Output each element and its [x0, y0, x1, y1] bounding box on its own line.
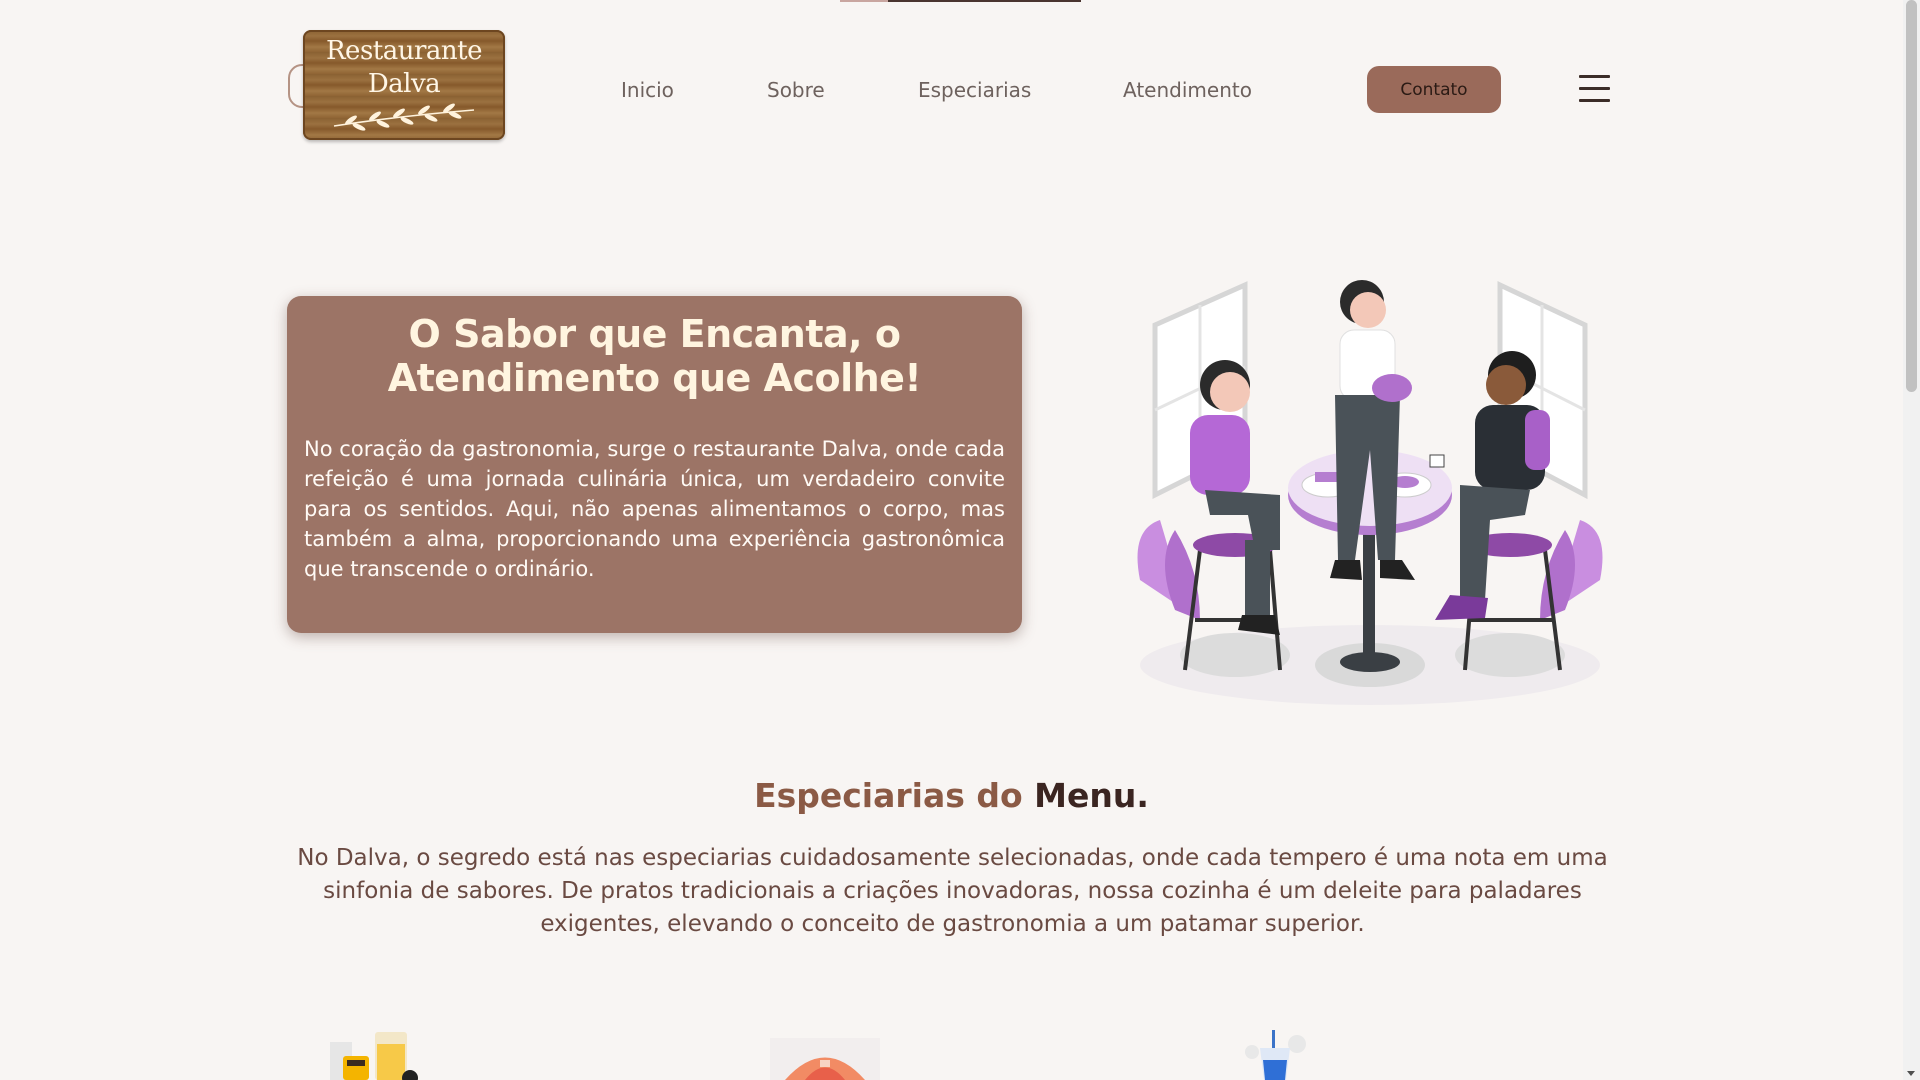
hero-paragraph: No coração da gastronomia, surge o resta…	[304, 437, 1005, 581]
main-nav: Inicio Sobre Especiarias Atendimento	[0, 78, 1903, 102]
scrollbar-thumb[interactable]	[1906, 0, 1917, 392]
nav-especiarias[interactable]: Especiarias	[918, 78, 1031, 102]
specialties-title-part-2: Menu.	[1034, 776, 1149, 815]
people-at-cafe-table-illustration	[1130, 280, 1610, 730]
breakfast-drinks-icon	[325, 1030, 425, 1080]
hero-title-line-2: Atendimento que Acolhe!	[387, 356, 922, 400]
nav-atendimento[interactable]: Atendimento	[1123, 78, 1252, 102]
nav-inicio[interactable]: Inicio	[621, 78, 674, 102]
hero-card: O Sabor que Encanta, o Atendimento que A…	[287, 296, 1022, 633]
specialties-paragraph: No Dalva, o segredo está nas especiarias…	[297, 845, 1608, 937]
logo-line-1: Restaurante	[325, 36, 483, 66]
soda-cup-icon	[1242, 1030, 1312, 1080]
specialties-title: Especiarias do Menu.	[0, 776, 1903, 815]
laurel-branch-icon	[333, 103, 475, 131]
pizza-icon	[770, 1030, 880, 1080]
specialties-title-part-1: Especiarias do	[754, 776, 1023, 815]
hero-title: O Sabor que Encanta, o Atendimento que A…	[304, 312, 1005, 400]
scroll-down-arrow-icon[interactable]	[1907, 1071, 1915, 1076]
hamburger-menu-icon[interactable]	[1579, 75, 1610, 103]
hero-title-line-1: O Sabor que Encanta, o	[408, 312, 901, 356]
site-header: Restaurante Dalva Inicio Sobre Especiari…	[0, 0, 1903, 170]
nav-sobre[interactable]: Sobre	[767, 78, 825, 102]
contact-button[interactable]: Contato	[1367, 66, 1501, 113]
vertical-scrollbar[interactable]	[1903, 0, 1920, 1080]
